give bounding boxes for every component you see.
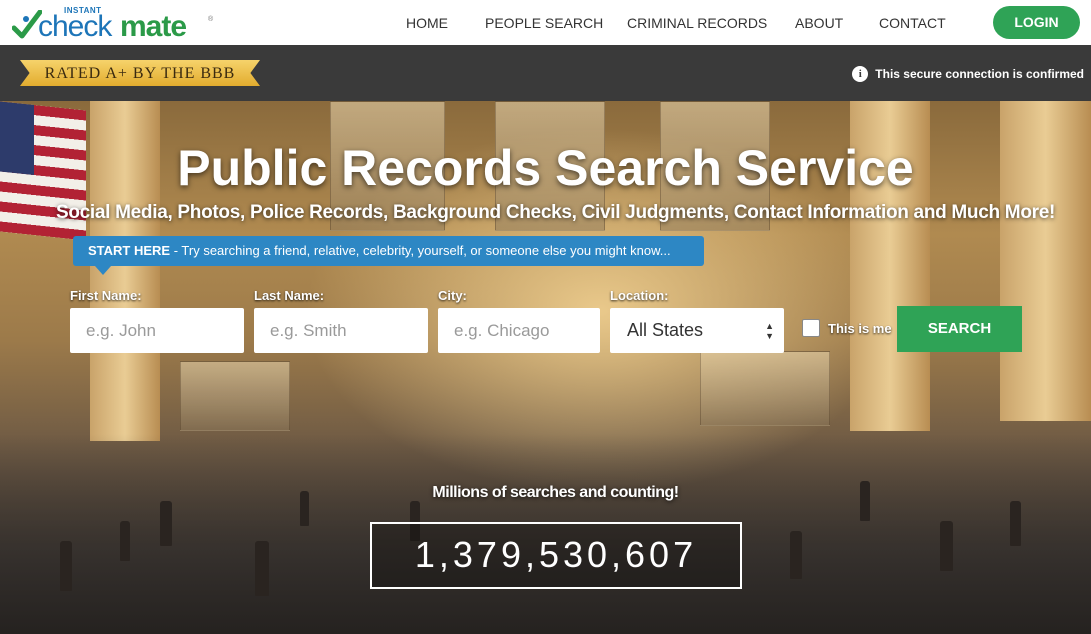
background-window bbox=[700, 351, 830, 426]
login-button[interactable]: LOGIN bbox=[993, 6, 1080, 39]
nav-criminal-records-link[interactable]: CRIMINAL RECORDS bbox=[627, 15, 767, 31]
bbb-rating-text: RATED A+ BY THE BBB bbox=[44, 65, 236, 82]
callout-pointer bbox=[95, 266, 111, 275]
crowd-person bbox=[940, 521, 953, 571]
hero-section: Public Records Search Service Social Med… bbox=[0, 101, 1091, 634]
search-button[interactable]: SEARCH bbox=[897, 306, 1022, 352]
crowd-person bbox=[255, 541, 269, 596]
secure-connection-text: This secure connection is confirmed bbox=[875, 67, 1084, 81]
nav-home-link[interactable]: HOME bbox=[406, 15, 448, 31]
nav-people-search-link[interactable]: PEOPLE SEARCH bbox=[485, 15, 603, 31]
crowd-person bbox=[120, 521, 130, 561]
select-arrows-icon: ▲ ▼ bbox=[765, 321, 774, 341]
background-window bbox=[180, 361, 290, 431]
nav-contact-link[interactable]: CONTACT bbox=[879, 15, 946, 31]
checkmate-logo[interactable]: INSTANT check mate ® bbox=[12, 4, 217, 44]
logo-check-text: check bbox=[38, 10, 112, 43]
top-nav: INSTANT check mate ® HOME PEOPLE SEARCH … bbox=[0, 0, 1091, 45]
start-here-label: START HERE bbox=[88, 243, 171, 258]
location-selected-value: All States bbox=[627, 320, 704, 340]
this-is-me-label[interactable]: This is me bbox=[828, 321, 892, 336]
start-here-text: - Try searching a friend, relative, cele… bbox=[170, 243, 671, 258]
crowd-person bbox=[60, 541, 72, 591]
search-counter-box: 1,379,530,607 bbox=[370, 522, 742, 589]
info-icon[interactable]: i bbox=[852, 66, 869, 82]
logo-mate-text: mate bbox=[120, 10, 187, 43]
trust-bar: RATED A+ BY THE BBB i This secure connec… bbox=[0, 45, 1091, 101]
hero-title: Public Records Search Service bbox=[177, 140, 914, 196]
location-label: Location: bbox=[610, 288, 669, 303]
crowd-person bbox=[790, 531, 802, 579]
last-name-input[interactable] bbox=[254, 308, 428, 353]
city-label: City: bbox=[438, 288, 467, 303]
first-name-input[interactable] bbox=[70, 308, 244, 353]
crowd-person bbox=[160, 501, 172, 546]
this-is-me-checkbox[interactable] bbox=[802, 319, 820, 337]
nav-about-link[interactable]: ABOUT bbox=[795, 15, 843, 31]
location-select[interactable]: All States ▲ ▼ bbox=[610, 308, 784, 353]
last-name-label: Last Name: bbox=[254, 288, 325, 303]
search-counter-value: 1,379,530,607 bbox=[414, 534, 698, 575]
city-input[interactable] bbox=[438, 308, 600, 353]
search-counter-label: Millions of searches and counting! bbox=[432, 484, 679, 501]
bbb-rating-badge: RATED A+ BY THE BBB bbox=[20, 60, 260, 86]
start-here-callout: START HERE - Try searching a friend, rel… bbox=[73, 236, 704, 266]
hero-subtitle: Social Media, Photos, Police Records, Ba… bbox=[55, 202, 1056, 223]
crowd-person bbox=[1010, 501, 1021, 546]
logo-registered-mark: ® bbox=[208, 16, 214, 23]
secure-connection-notice: i This secure connection is confirmed bbox=[852, 66, 1084, 82]
first-name-label: First Name: bbox=[70, 288, 142, 303]
